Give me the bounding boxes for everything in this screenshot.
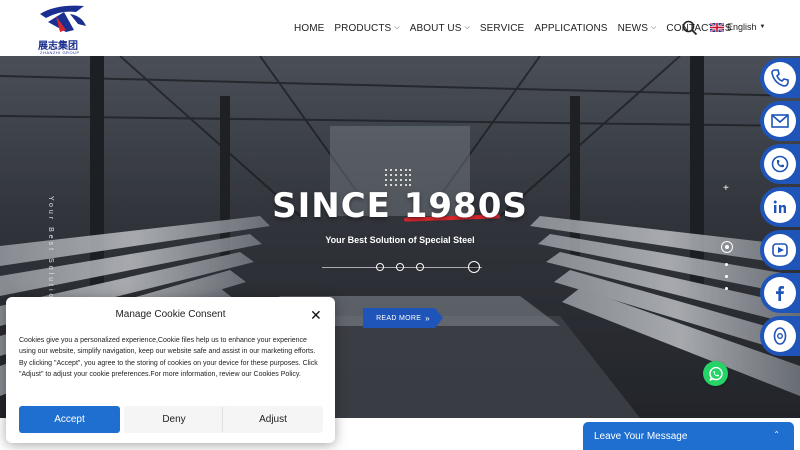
hero-subtitle: Your Best Solution of Special Steel (325, 235, 475, 245)
chevron-down-icon: ⌵ (464, 24, 470, 31)
nav-item-applications[interactable]: APPLICATIONS (534, 23, 607, 34)
nav-label: PRODUCTS (334, 22, 392, 34)
page: 展志集团 ZHANZHI GROUP HOME PRODUCTS ⌵ ABOUT … (0, 0, 800, 450)
social-skype-button[interactable] (760, 144, 800, 184)
slider-dot[interactable] (396, 263, 404, 271)
search-icon[interactable] (682, 20, 698, 36)
site-header: 展志集团 ZHANZHI GROUP HOME PRODUCTS ⌵ ABOUT … (0, 0, 800, 56)
close-icon[interactable]: ✕ (310, 307, 322, 324)
nav-item-news[interactable]: NEWS ⌵ (618, 23, 657, 34)
nav-label: ABOUT US (409, 22, 462, 34)
main-nav: HOME PRODUCTS ⌵ ABOUT US ⌵ SERVICE APPLICA… (294, 20, 741, 36)
double-chevron-right-icon: » (425, 313, 430, 323)
slider-dot[interactable] (376, 263, 384, 271)
caret-down-icon: ▼ (759, 24, 766, 30)
slider-dot[interactable] (416, 263, 424, 271)
language-label: English (727, 22, 757, 32)
phone-icon (771, 69, 789, 87)
pager-dot[interactable] (725, 287, 728, 290)
youtube-icon (772, 243, 788, 257)
slider-dot-active[interactable] (468, 261, 480, 273)
whatsapp-icon (708, 366, 723, 381)
adjust-button[interactable]: Adjust (222, 406, 323, 433)
nav-item-about-us[interactable]: ABOUT US ⌵ (410, 23, 470, 34)
chevron-down-icon: ⌵ (650, 24, 657, 31)
nav-label: HOME (294, 22, 325, 34)
cookie-consent-dialog: Manage Cookie Consent ✕ Cookies give you… (6, 297, 335, 443)
chevron-down-icon: ⌵ (394, 24, 400, 31)
logo-english-text: ZHANZHI GROUP (40, 50, 80, 55)
accept-button[interactable]: Accept (19, 406, 120, 433)
leave-message-label: Leave Your Message (594, 430, 688, 442)
uk-flag-icon (710, 22, 724, 32)
read-more-button[interactable]: READ MORE » (363, 308, 443, 328)
read-more-label: READ MORE (376, 314, 422, 322)
cookie-dialog-body: Cookies give you a personalized experien… (19, 337, 318, 379)
social-phone-button[interactable] (760, 58, 800, 98)
social-linkedin-button[interactable] (760, 187, 800, 227)
pager-dot[interactable] (725, 263, 728, 266)
linkedin-icon (773, 200, 786, 213)
social-facebook-button[interactable] (760, 273, 800, 313)
dot-pattern-decoration (385, 169, 411, 186)
social-instagram-button[interactable] (760, 316, 800, 356)
hero-title: SINCE 1980S (272, 186, 528, 226)
facebook-icon (776, 286, 784, 301)
pager-dot-active[interactable] (721, 241, 733, 253)
nav-item-home[interactable]: HOME (294, 23, 324, 34)
social-mail-button[interactable] (760, 101, 800, 141)
leave-message-bar[interactable]: Leave Your Message ⌃ (583, 422, 794, 450)
pager-dot[interactable] (725, 275, 728, 278)
deny-button[interactable]: Deny (124, 406, 224, 433)
chevron-up-icon: ⌃ (773, 430, 780, 439)
language-selector[interactable]: English ▼ (710, 22, 765, 32)
skype-icon (771, 155, 789, 173)
nav-label: NEWS (617, 22, 648, 34)
nav-label: SERVICE (479, 22, 525, 34)
whatsapp-button[interactable] (703, 361, 728, 386)
mail-icon (771, 114, 789, 128)
instagram-icon (773, 327, 787, 345)
social-youtube-button[interactable] (760, 230, 800, 270)
nav-item-service[interactable]: SERVICE (480, 23, 524, 34)
nav-label: APPLICATIONS (534, 22, 608, 34)
plus-icon: + (723, 183, 729, 194)
cookie-dialog-title: Manage Cookie Consent (115, 309, 226, 320)
nav-item-products[interactable]: PRODUCTS ⌵ (334, 23, 399, 34)
